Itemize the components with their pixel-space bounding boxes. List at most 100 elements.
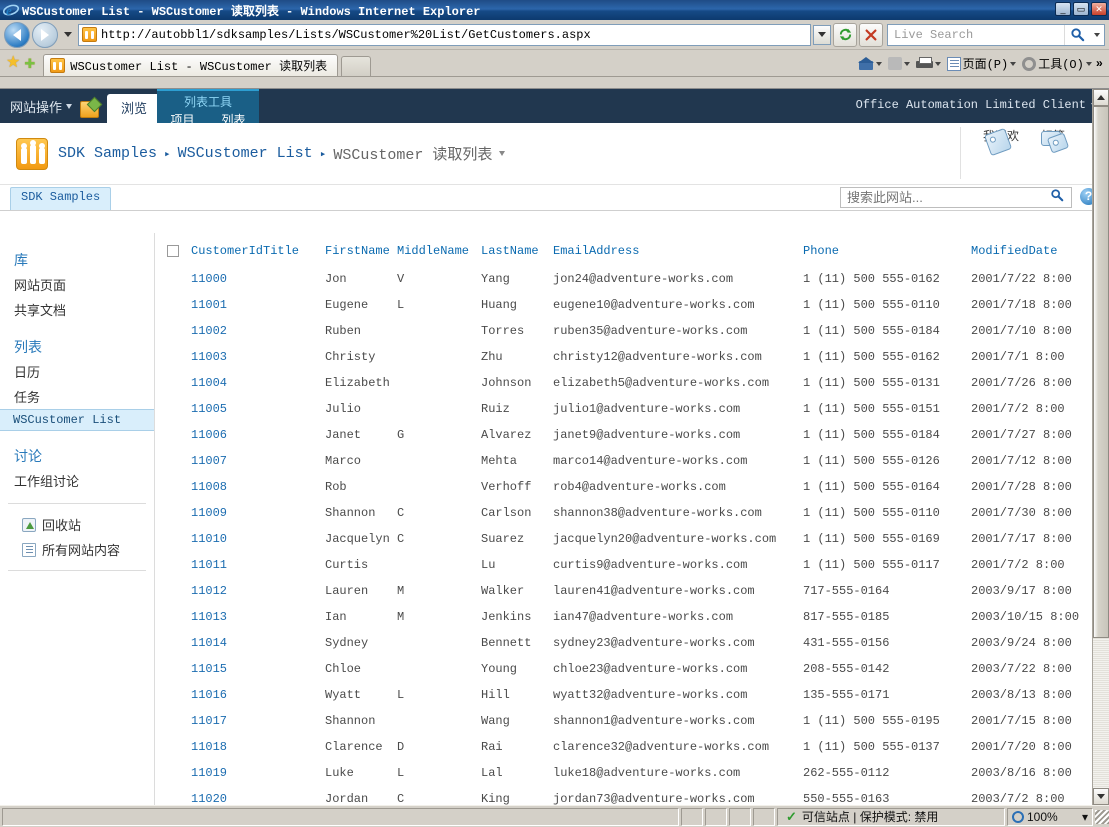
star-icon[interactable]: ★: [6, 52, 20, 72]
customer-id-link[interactable]: 11003: [191, 350, 227, 364]
customer-id-link[interactable]: 11002: [191, 324, 227, 338]
breadcrumb-item-site[interactable]: SDK Samples: [58, 145, 157, 162]
table-row[interactable]: 11003 Christy Zhu christy12@adventure-works…: [165, 344, 1093, 370]
row-select-cell[interactable]: [165, 786, 189, 805]
cell-customerid[interactable]: 11016: [189, 682, 261, 708]
top-nav-tab-sdk-samples[interactable]: SDK Samples: [10, 187, 112, 210]
cell-customerid[interactable]: 11006: [189, 422, 261, 448]
table-row[interactable]: 11015 Chloe Young chloe23@adventure-works.c…: [165, 656, 1093, 682]
sidebar-item-team-discussion[interactable]: 工作组讨论: [0, 468, 154, 493]
table-row[interactable]: 11019 Luke L Lal luke18@adventure-works.com 2…: [165, 760, 1093, 786]
customer-id-link[interactable]: 11016: [191, 688, 227, 702]
table-row[interactable]: 11016 Wyatt L Hill wyatt32@adventure-works.c…: [165, 682, 1093, 708]
resize-grip[interactable]: [1095, 809, 1109, 824]
column-header-lastname[interactable]: LastName: [479, 241, 551, 266]
column-header-phone[interactable]: Phone: [801, 241, 969, 266]
column-header-middlename[interactable]: MiddleName: [395, 241, 479, 266]
cell-customerid[interactable]: 11015: [189, 656, 261, 682]
table-row[interactable]: 11008 Rob Verhoff rob4@adventure-works.com 1…: [165, 474, 1093, 500]
tools-menu-button[interactable]: 工具(O): [1020, 54, 1094, 73]
cell-customerid[interactable]: 11011: [189, 552, 261, 578]
customer-id-link[interactable]: 11004: [191, 376, 227, 390]
cell-customerid[interactable]: 11005: [189, 396, 261, 422]
cell-customerid[interactable]: 11013: [189, 604, 261, 630]
table-row[interactable]: 11017 Shannon Wang shannon1@adventure-works…: [165, 708, 1093, 734]
maximize-button[interactable]: ▭: [1073, 2, 1089, 16]
live-search-box[interactable]: Live Search: [887, 23, 1105, 46]
cell-customerid[interactable]: 11017: [189, 708, 261, 734]
customer-id-link[interactable]: 11019: [191, 766, 227, 780]
customer-id-link[interactable]: 11011: [191, 558, 227, 572]
customer-id-link[interactable]: 11020: [191, 792, 227, 805]
back-button[interactable]: [4, 21, 30, 48]
customer-id-link[interactable]: 11007: [191, 454, 227, 468]
column-header-customerid[interactable]: CustomerId: [189, 241, 263, 266]
scroll-up-button[interactable]: [1093, 89, 1109, 106]
customer-id-link[interactable]: 11009: [191, 506, 227, 520]
row-select-cell[interactable]: [165, 708, 189, 734]
row-select-cell[interactable]: [165, 630, 189, 656]
page-menu-button[interactable]: 页面(P): [945, 54, 1019, 73]
cell-customerid[interactable]: 11003: [189, 344, 261, 370]
scrollbar-track[interactable]: [1093, 106, 1109, 788]
customer-id-link[interactable]: 11018: [191, 740, 227, 754]
select-all-cell[interactable]: [165, 241, 189, 266]
table-row[interactable]: 11006 Janet G Alvarez janet9@adventure-works…: [165, 422, 1093, 448]
table-row[interactable]: 11007 Marco Mehta marco14@adventure-works.c…: [165, 448, 1093, 474]
cell-customerid[interactable]: 11000: [189, 266, 261, 292]
row-select-cell[interactable]: [165, 734, 189, 760]
new-tab-button[interactable]: [341, 56, 372, 76]
site-search-box[interactable]: [840, 187, 1072, 208]
zoom-pane[interactable]: 100% ▾: [1007, 807, 1093, 826]
customer-id-link[interactable]: 11013: [191, 610, 227, 624]
sidebar-item-tasks[interactable]: 任务: [0, 384, 154, 409]
cell-customerid[interactable]: 11008: [189, 474, 261, 500]
column-header-title[interactable]: Title: [261, 241, 323, 266]
row-select-cell[interactable]: [165, 578, 189, 604]
table-row[interactable]: 11012 Lauren M Walker lauren41@adventure-wor…: [165, 578, 1093, 604]
row-select-cell[interactable]: [165, 760, 189, 786]
row-select-cell[interactable]: [165, 266, 189, 292]
checkbox-icon[interactable]: [167, 244, 179, 257]
sidebar-item-recycle-bin[interactable]: 回收站: [8, 512, 146, 537]
row-select-cell[interactable]: [165, 396, 189, 422]
browser-tab-active[interactable]: WSCustomer List - WSCustomer 读取列表: [43, 54, 339, 76]
table-row[interactable]: 11011 Curtis Lu curtis9@adventure-works.com…: [165, 552, 1093, 578]
cell-customerid[interactable]: 11014: [189, 630, 261, 656]
row-select-cell[interactable]: [165, 500, 189, 526]
table-row[interactable]: 11002 Ruben Torres ruben35@adventure-works.…: [165, 318, 1093, 344]
sidebar-item-wscustomer-list[interactable]: WSCustomer List: [0, 409, 154, 431]
cell-customerid[interactable]: 11012: [189, 578, 261, 604]
table-row[interactable]: 11018 Clarence D Rai clarence32@adventure-wo…: [165, 734, 1093, 760]
url-dropdown-button[interactable]: [813, 24, 831, 45]
table-row[interactable]: 11005 Julio Ruiz julio1@adventure-works.com…: [165, 396, 1093, 422]
breadcrumb-item-list[interactable]: WSCustomer List: [178, 145, 313, 162]
site-search-input[interactable]: [841, 189, 1043, 206]
row-select-cell[interactable]: [165, 656, 189, 682]
row-select-cell[interactable]: [165, 526, 189, 552]
url-input[interactable]: http://autobbl1/sdksamples/Lists/WSCusto…: [78, 23, 811, 46]
sidebar-item-calendar[interactable]: 日历: [0, 359, 154, 384]
customer-id-link[interactable]: 11015: [191, 662, 227, 676]
row-select-cell[interactable]: [165, 552, 189, 578]
search-provider-caret-icon[interactable]: [1090, 25, 1104, 45]
customer-id-link[interactable]: 11017: [191, 714, 227, 728]
row-select-cell[interactable]: [165, 292, 189, 318]
cell-customerid[interactable]: 11001: [189, 292, 261, 318]
row-select-cell[interactable]: [165, 318, 189, 344]
print-button[interactable]: [914, 56, 943, 71]
page-scrollbar[interactable]: [1092, 89, 1109, 805]
feeds-button[interactable]: [886, 56, 912, 71]
row-select-cell[interactable]: [165, 344, 189, 370]
table-row[interactable]: 11010 Jacquelyn C Suarez jacquelyn20@adventu…: [165, 526, 1093, 552]
table-row[interactable]: 11020 Jordan C King jordan73@adventure-works…: [165, 786, 1093, 805]
close-button[interactable]: ✕: [1091, 2, 1107, 16]
cell-customerid[interactable]: 11002: [189, 318, 261, 344]
breadcrumb-caret-icon[interactable]: [499, 151, 506, 156]
cell-customerid[interactable]: 11009: [189, 500, 261, 526]
user-menu[interactable]: Office Automation Limited Client: [856, 98, 1097, 112]
column-header-emailaddress[interactable]: EmailAddress: [551, 241, 801, 266]
home-button[interactable]: [856, 56, 884, 72]
row-select-cell[interactable]: [165, 682, 189, 708]
ribbon-tab-browse[interactable]: 浏览: [107, 94, 162, 123]
